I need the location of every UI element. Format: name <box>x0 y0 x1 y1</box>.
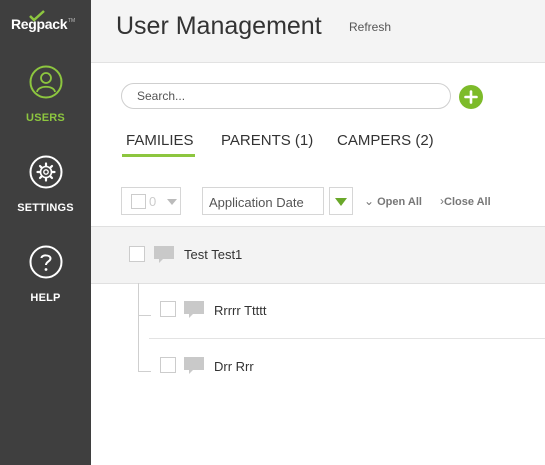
main-panel: User Management Refresh FAMILIES PARENTS… <box>91 0 545 465</box>
logo-trademark: TM <box>68 18 76 24</box>
child-name[interactable]: Drr Rrr <box>214 359 254 374</box>
sidebar-item-label: USERS <box>26 112 65 124</box>
page-header: User Management Refresh <box>91 0 545 63</box>
tab-parents[interactable]: PARENTS (1) <box>221 132 313 149</box>
page-title: User Management <box>116 12 322 40</box>
sidebar-item-help[interactable]: HELP <box>0 245 91 307</box>
close-all-link[interactable]: ›Close All <box>440 194 491 208</box>
tab-families[interactable]: FAMILIES <box>126 132 194 149</box>
question-icon <box>29 245 63 279</box>
plus-icon <box>464 90 478 104</box>
child-row[interactable]: Rrrrr Ttttt <box>91 283 545 339</box>
tab-campers[interactable]: CAMPERS (2) <box>337 132 434 149</box>
add-family-button[interactable] <box>459 85 483 109</box>
comment-icon[interactable] <box>154 246 174 264</box>
sidebar-item-settings[interactable]: SETTINGS <box>0 155 91 217</box>
open-all-link[interactable]: ⌄ Open All <box>364 194 422 208</box>
sort-field-select[interactable]: Application Date <box>202 187 324 215</box>
row-checkbox[interactable] <box>160 357 176 373</box>
family-name[interactable]: Test Test1 <box>184 247 242 262</box>
chevron-down-icon: ⌄ <box>364 194 375 208</box>
comment-icon[interactable] <box>184 357 204 375</box>
sidebar: Regpack TM USERS SETTINGS HELP <box>0 0 91 465</box>
row-checkbox[interactable] <box>160 301 176 317</box>
comment-icon[interactable] <box>184 301 204 319</box>
user-icon <box>29 65 63 99</box>
search-box <box>121 83 451 109</box>
search-input[interactable] <box>137 88 437 104</box>
refresh-link[interactable]: Refresh <box>349 20 391 34</box>
gear-icon <box>29 155 63 189</box>
active-tab-indicator <box>122 154 195 157</box>
regpack-logo[interactable]: Regpack TM <box>0 0 91 50</box>
sidebar-item-label: SETTINGS <box>17 202 74 214</box>
child-row[interactable]: Drr Rrr <box>91 339 545 395</box>
select-all-dropdown[interactable]: 0 <box>121 187 181 215</box>
family-row[interactable]: Test Test1 <box>91 226 545 284</box>
sort-direction-button[interactable] <box>329 187 353 215</box>
sort-field-value: Application Date <box>209 195 304 210</box>
sidebar-item-label: HELP <box>30 292 61 304</box>
sidebar-item-users[interactable]: USERS <box>0 65 91 127</box>
selected-count: 0 <box>149 194 157 209</box>
close-all-label: Close All <box>444 196 491 208</box>
select-all-checkbox[interactable] <box>131 194 146 209</box>
logo-text: Regpack <box>11 16 68 32</box>
child-name[interactable]: Rrrrr Ttttt <box>214 303 266 318</box>
caret-down-icon <box>167 199 177 205</box>
open-all-label: Open All <box>377 196 422 208</box>
triangle-down-icon <box>335 198 347 206</box>
row-checkbox[interactable] <box>129 246 145 262</box>
